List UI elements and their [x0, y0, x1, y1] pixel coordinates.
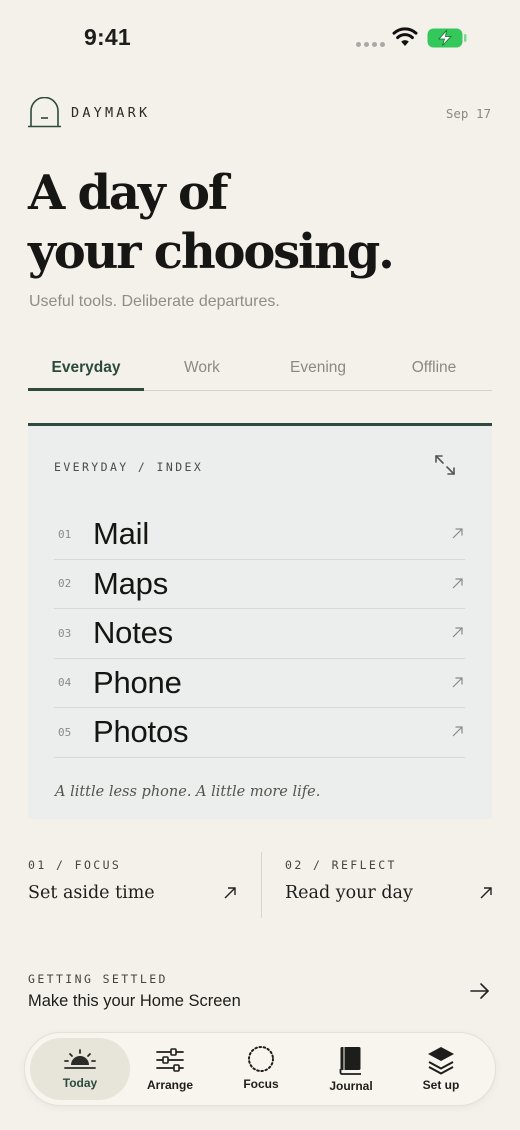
app-row-maps[interactable]: 02 Maps — [54, 560, 465, 609]
status-bar: 9:41 — [0, 0, 520, 72]
tab-bar-label: Today — [62, 1076, 98, 1090]
tab-bar-arrange[interactable]: Arrange — [120, 1038, 220, 1100]
app-row-number: 04 — [58, 676, 72, 690]
getting-settled-kicker: GETTING SETTLED — [28, 972, 168, 986]
arrow-up-right-icon — [480, 887, 492, 899]
reflect-card[interactable]: 02 / REFLECT Read your day — [261, 852, 492, 918]
hero-title-line-2: your choosing. — [28, 224, 395, 280]
app-row-name: Maps — [93, 565, 169, 601]
book-icon — [339, 1047, 361, 1075]
tab-bar-journal[interactable]: Journal — [301, 1038, 401, 1100]
tab-bar-set-up[interactable]: Set up — [391, 1038, 491, 1100]
arrow-up-right-icon — [452, 726, 463, 737]
reflect-title: Read your day — [285, 883, 413, 903]
tab-offline[interactable]: Offline — [376, 348, 492, 390]
layers-icon — [428, 1047, 454, 1075]
app-row-number: 05 — [58, 725, 72, 739]
focus-card[interactable]: 01 / FOCUS Set aside time — [28, 852, 260, 918]
hero-title-line-1: A day of — [28, 165, 229, 221]
app-row-name: Notes — [93, 615, 173, 651]
tab-bar-label: Set up — [422, 1078, 460, 1092]
tab-work[interactable]: Work — [144, 348, 260, 390]
tab-everyday[interactable]: Everyday — [28, 348, 144, 391]
reflect-kicker: 02 / REFLECT — [285, 858, 397, 872]
brand-name: DAYMARK — [71, 105, 151, 121]
tab-bar-focus[interactable]: Focus — [211, 1038, 311, 1100]
tab-evening[interactable]: Evening — [260, 348, 376, 390]
hero-subtitle: Useful tools. Deliberate departures. — [29, 293, 280, 310]
app-list: 01 Mail 02 Maps 03 Notes 04 Phone 05 Pho… — [54, 510, 465, 758]
focus-kicker: 01 / FOCUS — [28, 858, 122, 872]
battery-charging-icon — [427, 28, 467, 48]
app-row-number: 01 — [58, 527, 72, 541]
expand-icon[interactable] — [434, 454, 456, 476]
app-row-number: 03 — [58, 626, 72, 640]
app-row-notes[interactable]: 03 Notes — [54, 609, 465, 659]
app-row-number: 02 — [58, 577, 72, 591]
tab-bar-label: Focus — [243, 1077, 279, 1091]
app-row-name: Mail — [93, 516, 150, 552]
app-row-mail[interactable]: 01 Mail — [54, 510, 465, 560]
sliders-icon — [156, 1048, 184, 1072]
index-label: EVERYDAY / INDEX — [54, 460, 204, 474]
arrow-up-right-icon — [224, 887, 236, 899]
arrow-right-icon[interactable] — [469, 981, 491, 1001]
wifi-icon — [392, 27, 418, 46]
daymark-logo-icon — [28, 97, 61, 128]
arrow-up-right-icon — [452, 577, 463, 588]
dotted-circle-icon — [248, 1046, 274, 1072]
hero-title: A day of your choosing. — [28, 164, 468, 282]
arrow-up-right-icon — [452, 627, 463, 638]
app-index-card: EVERYDAY / INDEX 01 Mail 02 Maps 03 Note… — [28, 423, 492, 819]
app-row-name: Photos — [93, 714, 189, 750]
sunrise-icon — [64, 1049, 96, 1069]
arrow-up-right-icon — [452, 528, 463, 539]
app-row-phone[interactable]: 04 Phone — [54, 659, 465, 708]
tab-bar-today[interactable]: Today — [30, 1038, 130, 1100]
category-tabs: Everyday Work Evening Offline — [28, 348, 492, 391]
header-date: Sep 17 — [445, 106, 491, 121]
index-tagline: A little less phone. A little more life. — [55, 784, 321, 800]
cellular-signal-icon — [356, 42, 385, 47]
arrow-up-right-icon — [452, 676, 463, 687]
tab-bar-label: Arrange — [146, 1078, 193, 1092]
getting-settled-link[interactable]: Make this your Home Screen — [28, 992, 241, 1011]
app-row-photos[interactable]: 05 Photos — [54, 708, 465, 758]
status-time: 9:41 — [84, 24, 131, 50]
app-row-name: Phone — [93, 664, 182, 700]
bottom-tab-bar: Today Arrange Focus Journal Set up — [24, 1032, 496, 1106]
tab-bar-label: Journal — [329, 1079, 373, 1093]
